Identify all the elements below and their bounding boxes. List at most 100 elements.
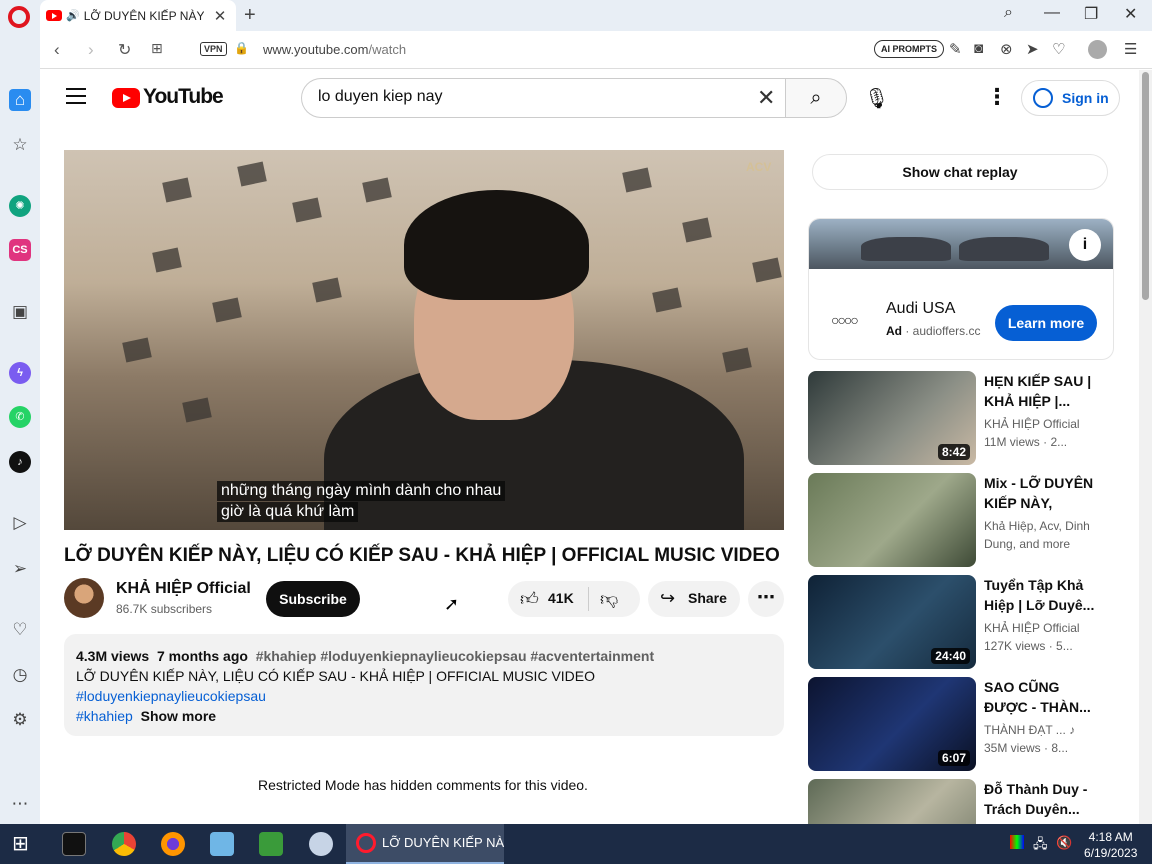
recommended-video[interactable]: 6:07 SAO CŨNG ĐƯỢC - THÀN... THÀNH ĐẠT .… — [808, 677, 1138, 771]
video-thumbnail[interactable] — [808, 473, 976, 567]
reload-icon[interactable]: ↻ — [118, 40, 131, 60]
settings-gear-icon[interactable]: ⚙ — [9, 709, 31, 731]
profile-icon[interactable] — [1088, 40, 1107, 59]
hashtag-link[interactable]: #khahiep — [76, 708, 133, 724]
recommended-title[interactable]: Tuyển Tập Khả Hiệp | Lỡ Duyê... — [984, 575, 1098, 615]
home-icon[interactable]: ⌂ — [9, 89, 31, 111]
back-icon[interactable]: ‹ — [54, 40, 60, 60]
tab-close-icon[interactable]: ✕ — [214, 7, 227, 25]
recommended-video[interactable]: Mix - LỠ DUYÊN KIẾP NÀY, LIỆU... Khả Hiệ… — [808, 473, 1138, 567]
subscribe-button[interactable]: Subscribe — [266, 581, 360, 617]
speaker-icon[interactable]: 🔊 — [66, 9, 80, 22]
volume-icon[interactable]: 🔇 — [1056, 835, 1072, 851]
recommended-title[interactable]: HẸN KIẾP SAU | KHẢ HIỆP |... — [984, 371, 1098, 411]
tray-app-icon[interactable] — [1010, 835, 1024, 849]
chatgpt-icon[interactable]: ✺ — [9, 195, 31, 217]
heart-icon[interactable]: ♡ — [1052, 40, 1065, 58]
terminal-icon[interactable] — [62, 832, 86, 856]
tiktok-icon[interactable]: ♪ — [9, 451, 31, 473]
vpn-badge[interactable]: VPN — [200, 42, 227, 56]
player-icon[interactable]: ▷ — [9, 512, 31, 534]
adblock-icon[interactable]: ⊗ — [1000, 40, 1013, 58]
recommended-title[interactable]: SAO CŨNG ĐƯỢC - THÀN... — [984, 677, 1098, 717]
recommended-video[interactable]: Đỗ Thành Duy - Trách Duyên... — [808, 779, 1138, 824]
recommended-channel[interactable]: KHẢ HIỆP Official — [984, 415, 1098, 433]
new-tab-button[interactable]: + — [244, 4, 256, 27]
video-player[interactable]: ACV những tháng ngày mình dành cho nhau … — [64, 150, 784, 530]
close-window-icon[interactable]: ✕ — [1124, 4, 1137, 24]
video-thumbnail[interactable]: 6:07 — [808, 677, 976, 771]
tabs-grid-icon[interactable]: ⊞ — [151, 40, 163, 57]
more-sidebar-icon[interactable]: ⋯ — [9, 793, 31, 815]
recommended-title[interactable]: Mix - LỠ DUYÊN KIẾP NÀY, LIỆU... — [984, 473, 1098, 513]
taskbar-opera-window[interactable]: LỠ DUYÊN KIẾP NÀ... — [346, 824, 504, 864]
ad-brand[interactable]: Audi USA — [886, 300, 955, 318]
firefox-icon[interactable] — [161, 832, 185, 856]
ad-banner-image[interactable]: i — [809, 219, 1113, 269]
recommended-channel[interactable]: Khả Hiệp, Acv, Dinh — [984, 517, 1098, 535]
edit-icon[interactable]: ✎ — [949, 40, 962, 58]
task-manager-icon[interactable] — [259, 832, 283, 856]
learn-more-button[interactable]: Learn more — [995, 305, 1097, 341]
like-count[interactable]: 41K — [548, 590, 574, 606]
camera-icon[interactable]: ◙ — [974, 40, 983, 57]
send-icon[interactable]: ➤ — [1026, 40, 1039, 58]
sign-in-button[interactable]: Sign in — [1021, 80, 1120, 116]
ad-card[interactable]: i ○○○○ Audi USA Ad · audioffers.cc Learn… — [808, 218, 1114, 360]
network-icon[interactable]: 🖧 — [1033, 835, 1048, 857]
channel-avatar[interactable] — [64, 578, 104, 618]
easy-setup-icon[interactable]: ☰ — [1124, 40, 1137, 58]
show-more-button[interactable]: Show more — [141, 708, 216, 724]
clear-search-icon[interactable]: ✕ — [757, 85, 775, 111]
recommended-channel[interactable]: KHẢ HIỆP Official — [984, 619, 1098, 637]
hamburger-menu-icon[interactable] — [66, 88, 86, 104]
send-sidebar-icon[interactable]: ➢ — [9, 558, 31, 580]
lock-icon[interactable]: 🔒 — [234, 41, 249, 55]
video-thumbnail[interactable]: 8:42 — [808, 371, 976, 465]
browser-tab[interactable]: 🔊 LỠ DUYÊN KIẾP NÀY, LI ✕ — [40, 0, 236, 31]
show-chat-replay-button[interactable]: Show chat replay — [812, 154, 1108, 190]
chatsonic-icon[interactable]: CS — [9, 239, 31, 261]
recommended-video[interactable]: 8:42 HẸN KIẾP SAU | KHẢ HIỆP |... KHẢ HI… — [808, 371, 1138, 465]
ai-prompts-button[interactable]: AI PROMPTS — [874, 40, 945, 58]
opera-logo-icon[interactable] — [8, 6, 30, 28]
video-thumbnail[interactable]: 24:40 — [808, 575, 976, 669]
history-clock-icon[interactable]: ◷ — [9, 664, 31, 686]
notepad-icon[interactable] — [210, 832, 234, 856]
recommended-title[interactable]: Đỗ Thành Duy - Trách Duyên... — [984, 779, 1098, 819]
recommended-video[interactable]: 24:40 Tuyển Tập Khả Hiệp | Lỡ Duyê... KH… — [808, 575, 1138, 669]
scrollbar-thumb[interactable] — [1142, 72, 1149, 300]
recommended-channel[interactable]: THÀNH ĐẠT ... ♪ — [984, 721, 1098, 739]
youtube-logo-icon[interactable] — [112, 88, 140, 108]
more-actions-button[interactable]: ⋯ — [748, 581, 784, 617]
forward-icon[interactable]: › — [88, 40, 94, 60]
restore-icon[interactable]: ❐ — [1084, 4, 1098, 24]
page-scrollbar[interactable] — [1139, 70, 1152, 824]
whatsapp-icon[interactable]: ✆ — [9, 406, 31, 428]
app-icon[interactable] — [309, 832, 333, 856]
description-tags[interactable]: #khahiep #loduyenkiepnaylieucokiepsau #a… — [256, 648, 654, 664]
windows-start-icon[interactable]: ⊞ — [12, 832, 36, 856]
video-thumbnail[interactable] — [808, 779, 976, 824]
minimize-icon[interactable]: — — [1044, 4, 1060, 22]
messenger-icon[interactable]: ϟ — [9, 362, 31, 384]
settings-more-icon[interactable]: ⋮ — [986, 84, 1008, 110]
favorites-heart-icon[interactable]: ♡ — [9, 619, 31, 641]
system-clock[interactable]: 4:18 AM 6/19/2023 — [1084, 829, 1137, 861]
shopping-bag-icon[interactable]: ▣ — [9, 301, 31, 323]
url-field[interactable]: www.youtube.com/watch — [263, 42, 406, 57]
like-thumb-icon[interactable]: 👍︎ — [520, 588, 539, 610]
youtube-logo-text[interactable]: YouTube — [143, 85, 224, 109]
microphone-icon[interactable]: 🎙 — [864, 86, 889, 111]
hashtag-link[interactable]: #loduyenkiepnaylieucokiepsau — [76, 686, 772, 706]
search-button[interactable]: ⌕ — [785, 78, 847, 118]
description-box[interactable]: 4.3M views 7 months ago #khahiep #loduye… — [64, 634, 784, 736]
search-input[interactable] — [318, 88, 738, 106]
chrome-icon[interactable] — [112, 832, 136, 856]
share-button[interactable]: ↪ Share — [648, 581, 740, 617]
channel-name[interactable]: KHẢ HIỆP Official — [116, 580, 251, 598]
bookmark-star-icon[interactable]: ☆ — [9, 134, 31, 156]
search-tabs-icon[interactable]: ⌕ — [1004, 4, 1013, 22]
dislike-thumb-icon[interactable]: 👎︎ — [600, 588, 618, 610]
ad-info-icon[interactable]: i — [1069, 229, 1101, 261]
